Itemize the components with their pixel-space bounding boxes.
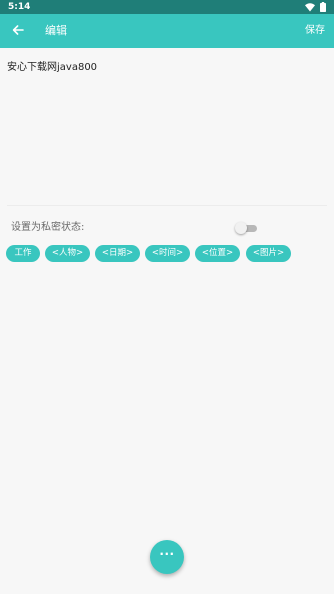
more-fab-button[interactable]: ··· [150, 540, 184, 574]
tag-location[interactable]: <位置> [195, 245, 240, 262]
tag-time[interactable]: <时间> [145, 245, 190, 262]
arrow-left-icon [12, 25, 24, 35]
tag-image[interactable]: <图片> [246, 245, 291, 262]
more-icon: ··· [159, 547, 175, 561]
private-setting-label: 设置为私密状态: [11, 222, 85, 233]
tag-person[interactable]: <人物> [45, 245, 90, 262]
tag-date[interactable]: <日期> [95, 245, 140, 262]
save-button[interactable]: 保存 [305, 23, 325, 39]
status-time: 5:14 [8, 2, 31, 12]
wifi-icon [305, 2, 315, 11]
status-bar: 5:14 [0, 0, 334, 14]
divider [7, 205, 327, 206]
page-title: 编辑 [45, 24, 67, 37]
tag-work[interactable]: 工作 [6, 245, 40, 262]
status-icons [305, 2, 326, 12]
note-content-input[interactable]: 安心下载网java800 [7, 61, 327, 75]
back-button[interactable] [8, 20, 28, 40]
battery-icon [320, 2, 326, 12]
private-toggle[interactable] [235, 222, 259, 234]
toggle-thumb [235, 222, 247, 234]
app-bar: 编辑 保存 [0, 14, 334, 48]
